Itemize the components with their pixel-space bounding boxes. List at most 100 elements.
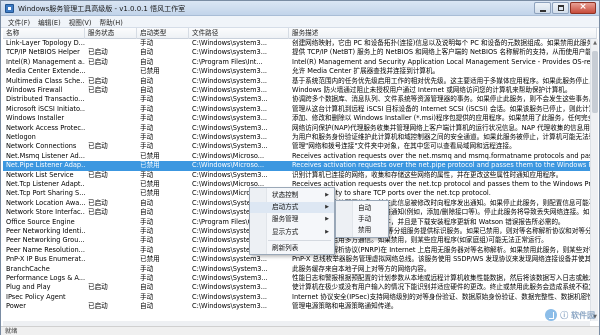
table-row[interactable]: Distributed Transactio... 手动 C:\Windows\Sy… — [3, 95, 590, 104]
service-status: 已启动 — [88, 283, 108, 292]
service-description: 识别计算机已连接的网络，收集和存储这些网络的属性，并在更改这些属性时通知应用程序… — [292, 170, 563, 179]
submenu-manual[interactable]: 手动 — [336, 214, 388, 225]
service-path: C:\Windows\system3... — [192, 283, 268, 292]
ctx-display-mode[interactable]: 显示方式 ▶ — [250, 227, 334, 238]
service-description: Internet 协议安全(IPSec)支持网络级别的对等身份验证、数据原始身份… — [292, 292, 590, 301]
service-name: BranchCache — [6, 264, 50, 273]
service-name: Media Center Extende... — [6, 67, 85, 76]
service-name: Peer Networking Identi... — [6, 227, 85, 235]
service-name: Distributed Transactio... — [6, 95, 85, 104]
service-path: C:\Windows\system3... — [192, 76, 268, 85]
table-row[interactable]: Netlogon 手动 C:\Windows\system3... 为用户和服务身份验… — [3, 133, 590, 142]
title-bar[interactable]: Windows服务管理工具高级版 - v1.0.0.1 悟风工作室 × — [1, 1, 599, 16]
ctx-service-management[interactable]: 服务管理 ▶ — [250, 214, 334, 225]
service-start-type: 手动 — [140, 142, 154, 151]
maximize-button[interactable] — [552, 2, 569, 14]
menu-help[interactable]: 帮助(H) — [95, 16, 126, 27]
menu-edit[interactable]: 编辑(E) — [34, 16, 65, 27]
service-path: C:\Windows\system3... — [192, 133, 268, 141]
scroll-up-icon[interactable]: ▲ — [591, 39, 599, 47]
service-name: Link-Layer Topology D... — [6, 39, 85, 47]
service-status: 已启动 — [88, 48, 108, 57]
table-row[interactable]: Intel(R) Management a... 已启动 自动 C:\Program … — [3, 58, 590, 67]
service-status — [85, 236, 137, 245]
service-start-type: 已禁用 — [140, 161, 160, 170]
services-list[interactable]: Link-Layer Topology D... 手动 C:\Windows\sys… — [3, 39, 590, 321]
table-row[interactable]: Network Access Protec... 手动 C:\Windows\Sys… — [3, 124, 590, 133]
column-header-status[interactable]: 服务状态 — [85, 28, 137, 39]
table-row[interactable]: TCP/IP NetBIOS Helper 已启动 自动 C:\Windows\sys… — [3, 48, 590, 57]
table-row[interactable]: IPsec Policy Agent 手动 C:\Windows\system3..… — [3, 293, 590, 302]
service-name: TCP/IP NetBIOS Helper — [6, 48, 80, 57]
service-path: C:\Windows\System3... — [192, 95, 268, 104]
vertical-scrollbar[interactable]: ▲ ▼ — [590, 39, 598, 321]
service-status: 已启动 — [88, 170, 108, 179]
service-description: 管理从这台计算机到远程 iSCSI 目标设备的 Internet SCSI (i… — [292, 104, 590, 113]
table-row[interactable]: Windows Firewall 已启动 自动 C:\Windows\system3.… — [3, 86, 590, 95]
table-row[interactable]: PnP-X IP Bus Enumerat... 已禁用 C:\Windows\sy… — [3, 255, 590, 264]
scroll-thumb[interactable] — [592, 51, 598, 113]
service-description: 协调跨多个数据库、消息队列、文件系统等资源管理器的事务。如果停止此服务，则不会发… — [292, 95, 590, 104]
ctx-refresh-list[interactable]: 刷新列表 — [250, 243, 334, 254]
service-description: Intel(R) Management and Security Applica… — [292, 57, 590, 66]
service-status — [85, 189, 137, 198]
service-description: 基于系统范围内的任务优先级启用工作的相对优先级。这主要适用于多媒体应用程序。如果… — [292, 76, 590, 85]
column-header-path[interactable]: 文件路径 — [189, 28, 289, 39]
submenu-disabled[interactable]: 禁用 — [336, 225, 388, 236]
column-header-description[interactable]: 服务描述 — [289, 28, 597, 39]
column-header-name[interactable]: 名称 — [3, 28, 85, 39]
service-start-type: 手动 — [140, 95, 154, 104]
table-header: 名称 服务状态 启动类型 文件路径 服务描述 — [3, 28, 597, 39]
service-description: 添加、修改和删除以 Windows Installer (*.msi)程序包提供… — [292, 114, 590, 123]
table-row[interactable]: Link-Layer Topology D... 手动 C:\Windows\sys… — [3, 39, 590, 48]
service-path: C:\Windows\System3... — [192, 274, 268, 282]
minimize-button[interactable] — [534, 2, 551, 14]
menu-file[interactable]: 文件(F) — [4, 16, 34, 27]
window-controls: × — [534, 2, 596, 14]
status-bar: 就绪 — [1, 326, 599, 335]
table-row[interactable]: Network List Service 已启动 手动 C:\Windows\Syst… — [3, 171, 590, 180]
submenu-arrow-icon: ▶ — [325, 216, 329, 222]
table-row[interactable]: Windows Installer 手动 C:\Windows\system3...… — [3, 114, 590, 123]
service-start-type: 自动 — [140, 86, 154, 94]
service-start-type: 自动 — [140, 283, 154, 292]
service-name: Intel(R) Management a... — [6, 57, 85, 66]
service-start-type: 自动 — [140, 302, 154, 311]
table-row[interactable]: Net.Msmq Listener Ad... 已禁用 C:\Windows\Mic… — [3, 152, 590, 161]
ctx-startup-type[interactable]: 启动方式 ▶ — [250, 202, 334, 213]
menu-view[interactable]: 视图(V) — [65, 16, 96, 27]
table-row[interactable]: Power 已启动 自动 C:\Windows\system3... 管理电源策略和电源… — [3, 302, 590, 311]
table-row[interactable]: Net.Pipe Listener Adap... 已禁用 C:\Windows\M… — [3, 161, 590, 171]
ctx-status-control[interactable]: 状态控制 ▶ — [250, 190, 334, 201]
service-name: Net.Msmq Listener Ad... — [6, 151, 85, 160]
table-row[interactable]: Microsoft iSCSI Initiato... 手动 C:\Windows\… — [3, 105, 590, 114]
service-name: Multimedia Class Sche... — [6, 76, 85, 85]
service-status: 已启动 — [88, 86, 108, 94]
service-start-type: 手动 — [140, 236, 154, 245]
submenu-auto[interactable]: 自动 — [336, 203, 388, 214]
service-status — [85, 265, 137, 274]
service-name: Peer Networking Grou... — [6, 236, 85, 245]
table-row[interactable]: Multimedia Class Sche... 已启动 自动 C:\Windows\… — [3, 77, 590, 86]
column-header-start-type[interactable]: 启动类型 — [137, 28, 189, 39]
table-row[interactable]: Plug and Play 已启动 自动 C:\Windows\system3... 使… — [3, 283, 590, 292]
service-status — [85, 246, 137, 255]
table-row[interactable]: Performance Logs & A... 手动 C:\Windows\Syst… — [3, 274, 590, 283]
service-name: PnP-X IP Bus Enumerat... — [6, 255, 85, 264]
table-row[interactable]: Network Connections 已启动 手动 C:\Windows\Syste… — [3, 142, 590, 151]
service-start-type: 自动 — [140, 208, 154, 217]
service-name: Network Access Protec... — [6, 123, 85, 132]
startup-type-submenu: 自动 手动 禁用 — [335, 200, 389, 238]
service-start-type: 已禁用 — [140, 67, 160, 76]
table-row[interactable]: Media Center Extende... 已禁用 C:\Windows\sys… — [3, 67, 590, 76]
app-icon — [5, 4, 14, 13]
service-name: Power — [6, 302, 26, 311]
service-status: 已启动 — [88, 302, 108, 311]
service-start-type: 手动 — [140, 133, 154, 141]
table-row[interactable]: BranchCache 手动 C:\Windows\System3... 此服务缓存来… — [3, 265, 590, 274]
service-status: 已启动 — [88, 76, 108, 85]
close-button[interactable]: × — [570, 2, 596, 14]
service-status — [85, 255, 137, 264]
service-description: 此服务缓存来自本地子网上对等方的网络内容。 — [292, 264, 431, 273]
service-path: C:\Windows\System3... — [192, 123, 268, 132]
